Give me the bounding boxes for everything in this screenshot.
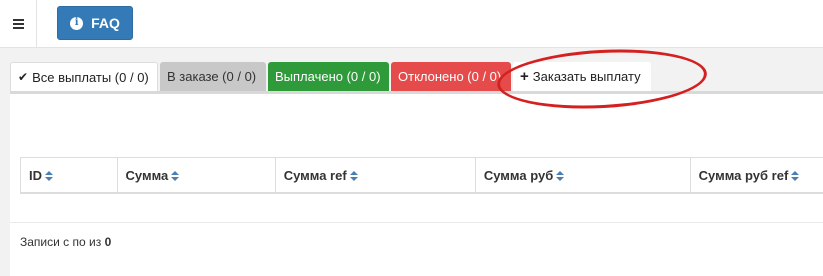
divider: [10, 222, 823, 223]
check-icon: ✔: [18, 70, 29, 84]
tab-paid[interactable]: Выплачено (0 / 0): [268, 62, 389, 91]
hamburger-icon: [12, 19, 24, 29]
info-icon: i: [70, 16, 84, 30]
column-header-amount-rub[interactable]: Сумма руб: [474, 157, 691, 193]
tab-all-payouts[interactable]: ✔ Все выплаты (0 / 0): [10, 62, 158, 91]
sort-icon: [791, 171, 800, 182]
tab-ordered[interactable]: В заказе (0 / 0): [160, 62, 266, 91]
request-payout-label: Заказать выплату: [532, 69, 641, 84]
column-header-amount-ref[interactable]: Сумма ref: [274, 157, 476, 193]
request-payout-button[interactable]: + Заказать выплату: [513, 62, 651, 91]
column-label: Сумма: [125, 167, 169, 183]
table-header-row: ID Сумма Сумма ref Сумма руб Сумма руб r…: [20, 157, 823, 193]
column-label: ID: [29, 167, 42, 183]
faq-button[interactable]: i FAQ: [57, 6, 133, 40]
tab-paid-label: Выплачено (0 / 0): [275, 69, 381, 84]
menu-toggle-button[interactable]: [0, 0, 37, 47]
payouts-table: ID Сумма Сумма ref Сумма руб Сумма руб r…: [20, 157, 823, 194]
plus-icon: +: [520, 68, 529, 85]
payouts-panel: ID Сумма Сумма ref Сумма руб Сумма руб r…: [10, 91, 823, 276]
sort-icon: [349, 171, 358, 182]
faq-label: FAQ: [91, 15, 120, 31]
tab-all-label: Все выплаты (0 / 0): [32, 69, 149, 85]
payouts-table-wrapper: ID Сумма Сумма ref Сумма руб Сумма руб r…: [20, 157, 823, 195]
column-label: Сумма руб ref: [698, 167, 789, 183]
column-header-id[interactable]: ID: [20, 157, 118, 193]
table-info: Записи с по из 0: [20, 235, 111, 249]
tab-rejected[interactable]: Отклонено (0 / 0): [391, 62, 511, 91]
column-header-amount-rub-ref[interactable]: Сумма руб ref: [689, 157, 823, 193]
tab-rejected-label: Отклонено (0 / 0): [398, 69, 502, 84]
column-label: Сумма ref: [283, 167, 347, 183]
tab-ordered-label: В заказе (0 / 0): [167, 69, 257, 84]
sort-icon: [45, 171, 53, 182]
column-header-amount[interactable]: Сумма: [116, 157, 276, 193]
top-bar: i FAQ: [0, 0, 823, 48]
sort-icon: [171, 171, 180, 182]
table-info-total: 0: [104, 235, 112, 249]
sort-icon: [556, 171, 565, 182]
column-label: Сумма руб: [483, 167, 554, 183]
table-info-text: Записи с по из: [20, 235, 102, 249]
